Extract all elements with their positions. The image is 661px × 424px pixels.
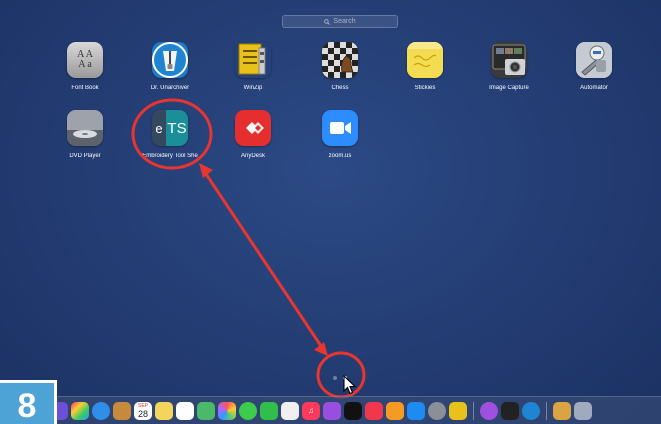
launchpad-icon[interactable] <box>71 401 89 420</box>
ets-icon-left: e <box>152 110 166 146</box>
tv-icon[interactable] <box>344 401 362 420</box>
app-label: Chess <box>331 85 349 91</box>
reminders-icon[interactable] <box>176 401 194 420</box>
downloads-stack-icon[interactable] <box>553 401 571 420</box>
embroidery-tool-shed-icon: e TS <box>152 110 188 146</box>
app-font-book[interactable]: A AA a Font Book <box>45 42 125 91</box>
app-label: Embroidery Tool She <box>142 153 198 159</box>
app-automator[interactable]: Automator <box>554 42 634 91</box>
system-preferences-icon[interactable] <box>428 401 446 420</box>
unarchiver-dock-icon[interactable] <box>522 401 540 420</box>
mouse-cursor-icon <box>343 375 356 395</box>
automator-icon <box>576 42 612 78</box>
ets-icon-right: TS <box>166 110 188 146</box>
app-chess[interactable]: Chess <box>300 42 380 91</box>
anydesk-icon <box>235 110 271 146</box>
facetime-icon[interactable] <box>260 401 278 420</box>
search-placeholder: Search <box>333 18 356 25</box>
photos-icon[interactable] <box>218 401 236 420</box>
safari-icon[interactable] <box>92 401 110 420</box>
app-label: Automator <box>580 85 608 91</box>
font-book-icon: A AA a <box>67 42 103 78</box>
app-label: Dr. Unarchiver <box>150 85 190 91</box>
music-icon[interactable]: ♫ <box>302 401 320 420</box>
winzip-dock-icon[interactable] <box>449 401 467 420</box>
terminal-icon[interactable] <box>501 401 519 420</box>
maps-icon[interactable] <box>197 401 215 420</box>
notes-icon[interactable] <box>155 401 173 420</box>
app-anydesk[interactable]: AnyDesk <box>213 110 293 159</box>
app-dock-icon[interactable] <box>480 401 498 420</box>
contacts-icon[interactable] <box>113 401 131 420</box>
trash-icon[interactable] <box>574 401 592 420</box>
image-capture-icon <box>491 42 527 78</box>
unarchiver-icon <box>152 42 188 78</box>
app-label: AnyDesk <box>240 153 265 159</box>
winzip-icon <box>235 42 271 78</box>
messages-icon[interactable] <box>239 401 257 420</box>
app-embroidery-tool-shed[interactable]: e TS Embroidery Tool She <box>130 110 210 159</box>
app-label: DVD Player <box>69 153 101 159</box>
search-icon <box>324 18 331 25</box>
app-label: zoom.us <box>328 153 352 159</box>
podcasts-icon[interactable] <box>323 401 341 420</box>
chess-icon <box>322 42 358 78</box>
search-field[interactable]: Search <box>282 15 398 28</box>
app-image-capture[interactable]: Image Capture <box>469 42 549 91</box>
app-dr-unarchiver[interactable]: Dr. Unarchiver <box>130 42 210 91</box>
zoom-icon <box>322 110 358 146</box>
calendar-icon[interactable]: SEP 28 <box>134 401 152 420</box>
news-icon[interactable] <box>365 401 383 420</box>
step-number-badge: 8 <box>0 380 57 424</box>
books-icon[interactable] <box>386 401 404 420</box>
app-label: WinZip <box>243 85 263 91</box>
app-dvd-player[interactable]: DVD Player <box>45 110 125 159</box>
freeform-icon[interactable] <box>281 401 299 420</box>
dock-separator <box>546 401 547 420</box>
dock: SEP 28 ♫ <box>44 396 661 424</box>
page-dot-1[interactable] <box>333 376 337 380</box>
app-label: Stickies <box>414 85 436 91</box>
app-label: Font Book <box>71 85 99 91</box>
app-stickies[interactable]: Stickies <box>385 42 465 91</box>
app-zoom[interactable]: zoom.us <box>300 110 380 159</box>
dvd-player-icon <box>67 110 103 146</box>
stickies-icon <box>407 42 443 78</box>
app-winzip[interactable]: WinZip <box>213 42 293 91</box>
dock-separator <box>473 401 474 420</box>
calendar-day: 28 <box>137 408 148 419</box>
app-label: Image Capture <box>489 85 529 91</box>
app-store-icon[interactable] <box>407 401 425 420</box>
